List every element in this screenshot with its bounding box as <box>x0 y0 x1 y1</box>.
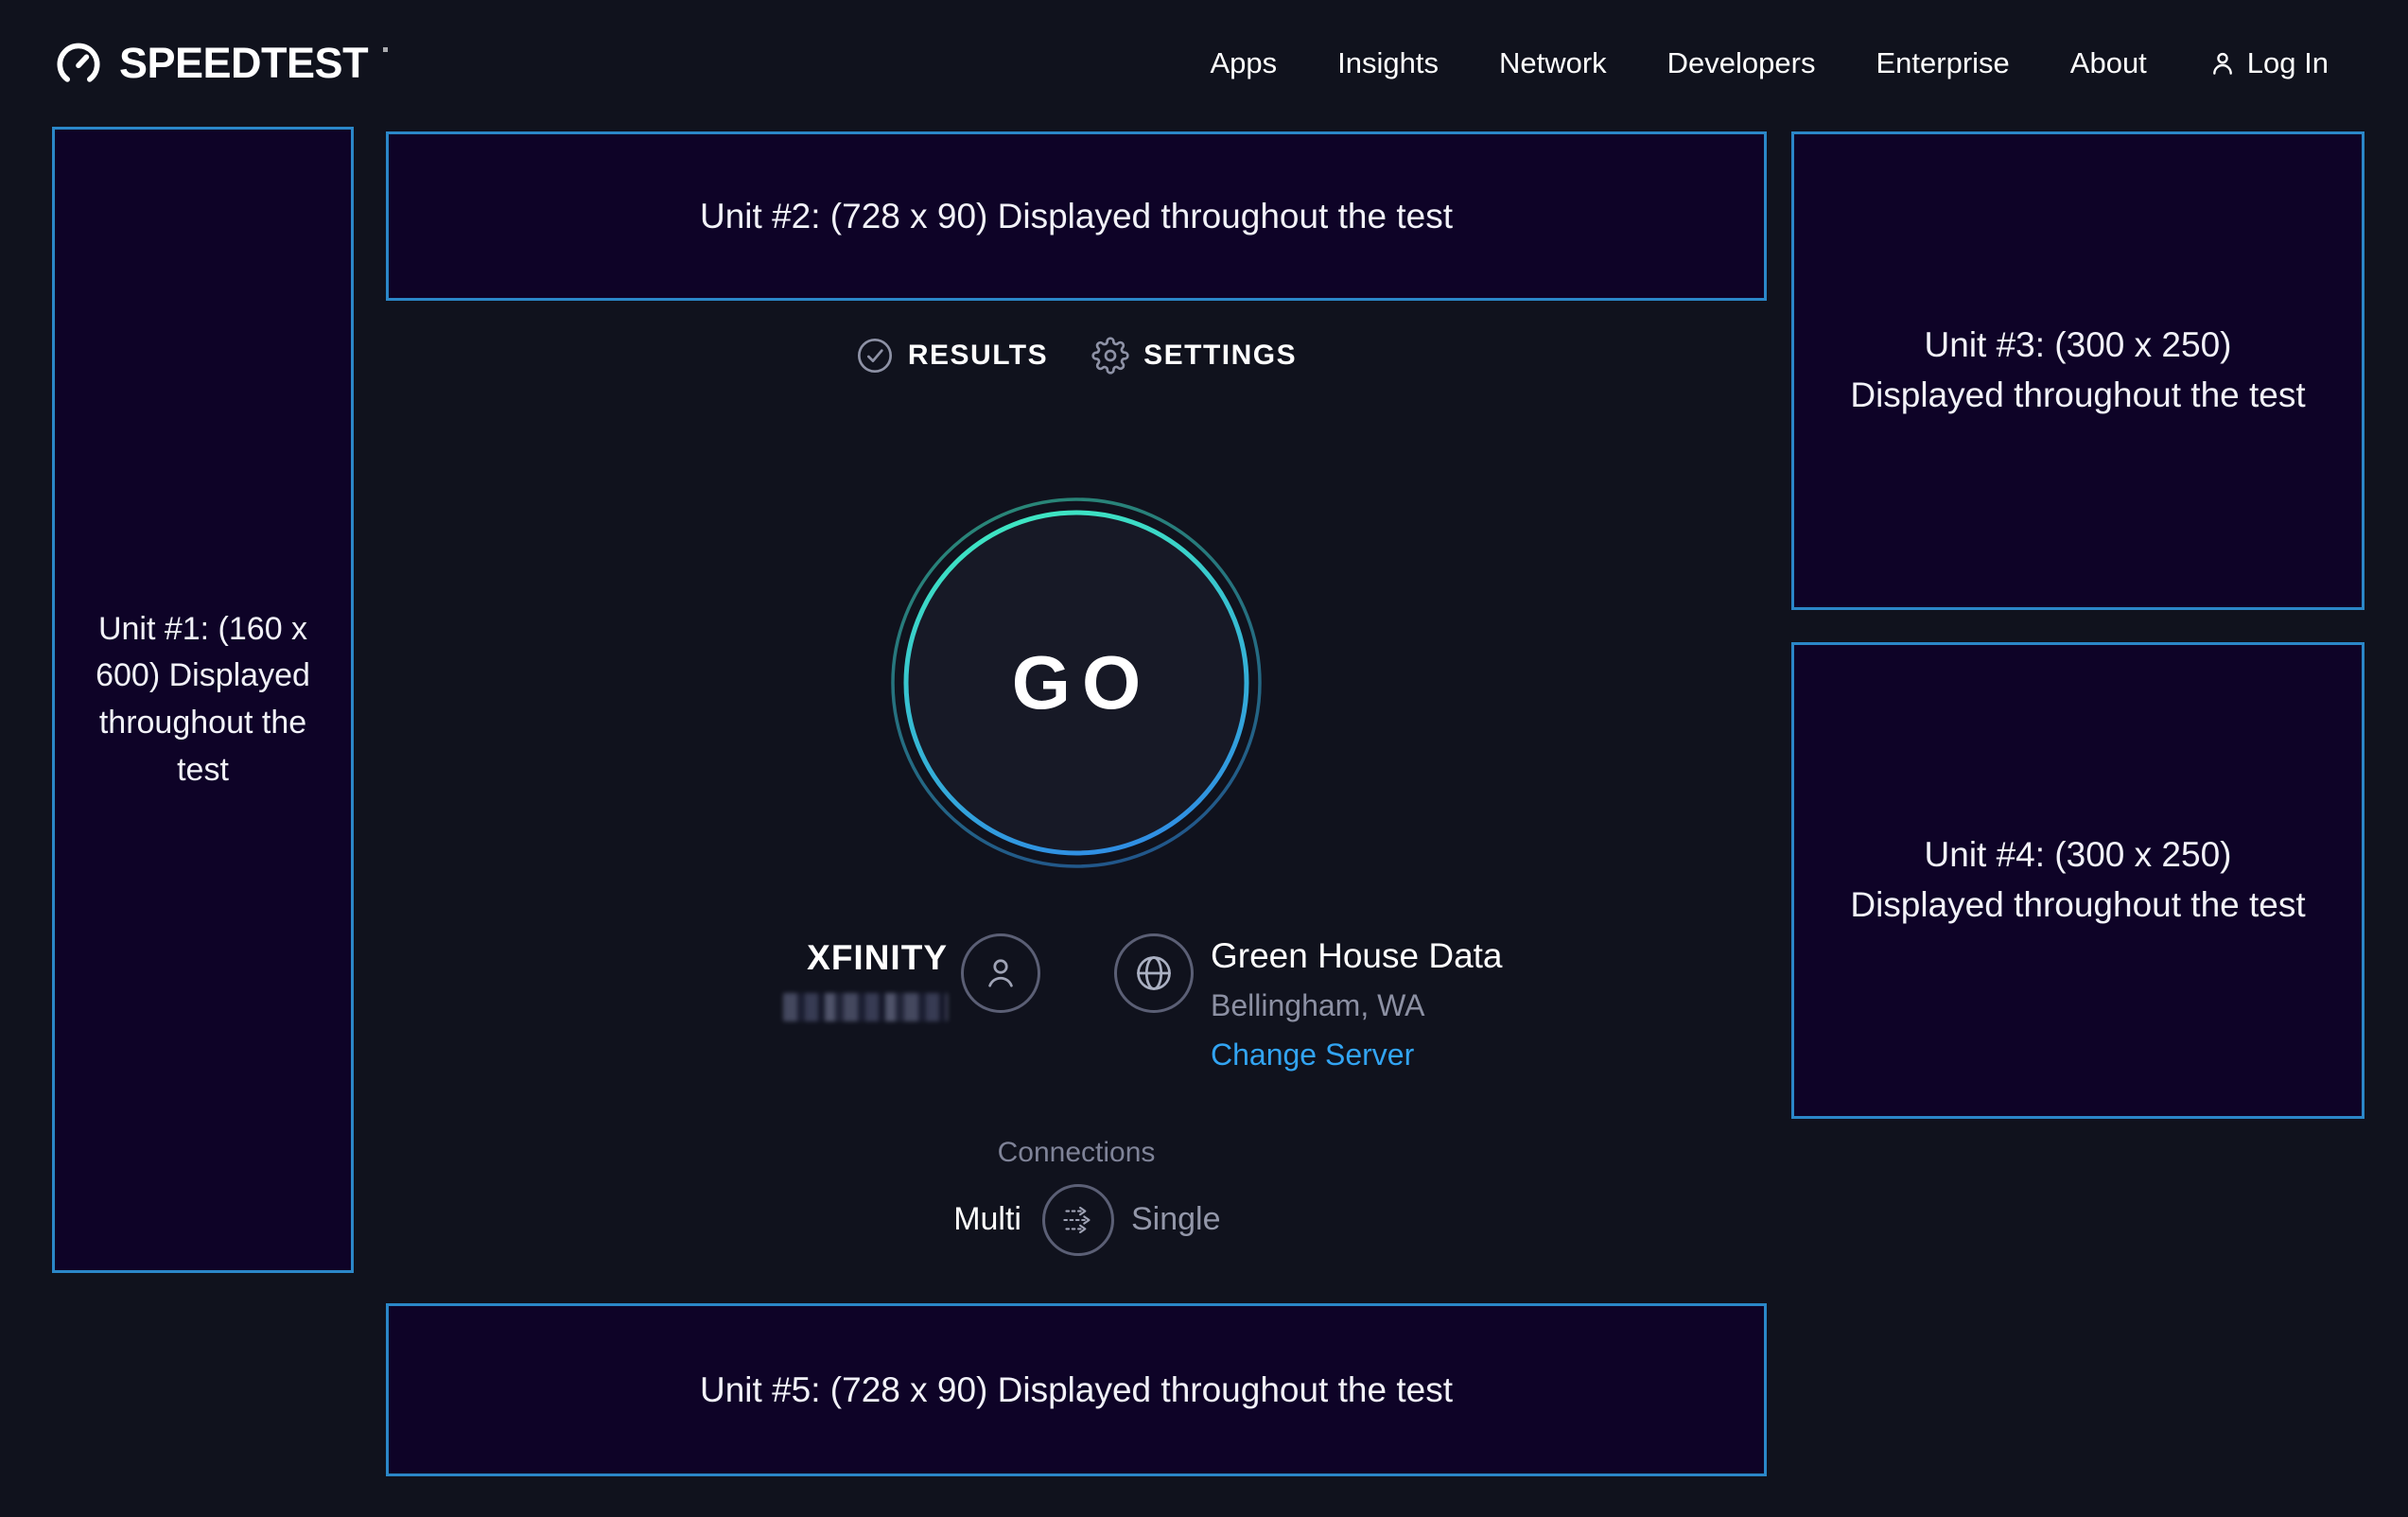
ad-unit-3-rectangle: Unit #3: (300 x 250) Displayed throughou… <box>1791 131 2364 610</box>
ad-unit-2-text: Unit #2: (728 x 90) Displayed throughout… <box>700 197 1453 236</box>
nav-item-apps[interactable]: Apps <box>1210 46 1277 80</box>
user-icon <box>2207 48 2238 78</box>
tab-settings-label: SETTINGS <box>1143 340 1297 372</box>
multi-connections-arrows-icon <box>1056 1198 1100 1242</box>
nav-item-network[interactable]: Network <box>1499 46 1607 80</box>
speedometer-gauge-icon <box>53 38 104 89</box>
check-circle-icon <box>856 337 894 375</box>
change-server-link[interactable]: Change Server <box>1211 1037 1414 1072</box>
nav-item-enterprise[interactable]: Enterprise <box>1876 46 2009 80</box>
nav-item-about[interactable]: About <box>2070 46 2147 80</box>
ad-unit-1-text: Unit #1: (160 x 600) Displayed throughou… <box>85 606 321 794</box>
top-nav: SPEEDTEST Apps Insights Network Develope… <box>0 0 2408 127</box>
ad-unit-5-text: Unit #5: (728 x 90) Displayed throughout… <box>700 1370 1453 1410</box>
speedtest-page: SPEEDTEST Apps Insights Network Develope… <box>0 0 2408 1517</box>
person-icon <box>980 952 1021 994</box>
tab-results-label: RESULTS <box>908 340 1048 372</box>
tab-settings[interactable]: SETTINGS <box>1091 337 1297 375</box>
isp-info: XFINITY <box>783 938 948 1021</box>
ad-unit-5-leaderboard: Unit #5: (728 x 90) Displayed throughout… <box>386 1303 1767 1476</box>
go-button[interactable]: GO <box>889 496 1264 870</box>
connections-label: Connections <box>386 1137 1767 1169</box>
tabs-row: RESULTS SETTINGS <box>386 337 1767 375</box>
server-location: Bellingham, WA <box>1211 988 1503 1023</box>
isp-name: XFINITY <box>783 938 948 978</box>
server-name: Green House Data <box>1211 936 1503 976</box>
ad-unit-4-text: Unit #4: (300 x 250) Displayed throughou… <box>1849 830 2307 930</box>
ad-unit-3-text: Unit #3: (300 x 250) Displayed throughou… <box>1849 321 2307 420</box>
login-label: Log In <box>2247 46 2329 80</box>
go-button-label: GO <box>889 496 1264 870</box>
tab-results[interactable]: RESULTS <box>856 337 1048 375</box>
globe-icon <box>1133 952 1175 994</box>
speedtest-logo[interactable]: SPEEDTEST <box>53 36 388 91</box>
isp-avatar <box>961 933 1040 1013</box>
nav-item-insights[interactable]: Insights <box>1337 46 1439 80</box>
connections-multi-option[interactable]: Multi <box>953 1201 1021 1238</box>
gear-icon <box>1091 337 1129 375</box>
login-button[interactable]: Log In <box>2207 46 2329 80</box>
server-info: Green House Data Bellingham, WA Change S… <box>1211 936 1503 1072</box>
nav-links: Apps Insights Network Developers Enterpr… <box>1210 46 2329 80</box>
isp-detail-redacted-text <box>783 993 948 1021</box>
logo-trademark-dot <box>383 47 388 52</box>
logo-text: SPEEDTEST <box>119 36 368 91</box>
connections-single-option[interactable]: Single <box>1131 1201 1221 1238</box>
connections-toggle[interactable] <box>1042 1184 1114 1256</box>
server-avatar <box>1114 933 1194 1013</box>
nav-item-developers[interactable]: Developers <box>1667 46 1816 80</box>
ad-unit-4-rectangle: Unit #4: (300 x 250) Displayed throughou… <box>1791 642 2364 1119</box>
ad-unit-2-leaderboard: Unit #2: (728 x 90) Displayed throughout… <box>386 131 1767 301</box>
ad-unit-1-skyscraper: Unit #1: (160 x 600) Displayed throughou… <box>52 127 354 1273</box>
